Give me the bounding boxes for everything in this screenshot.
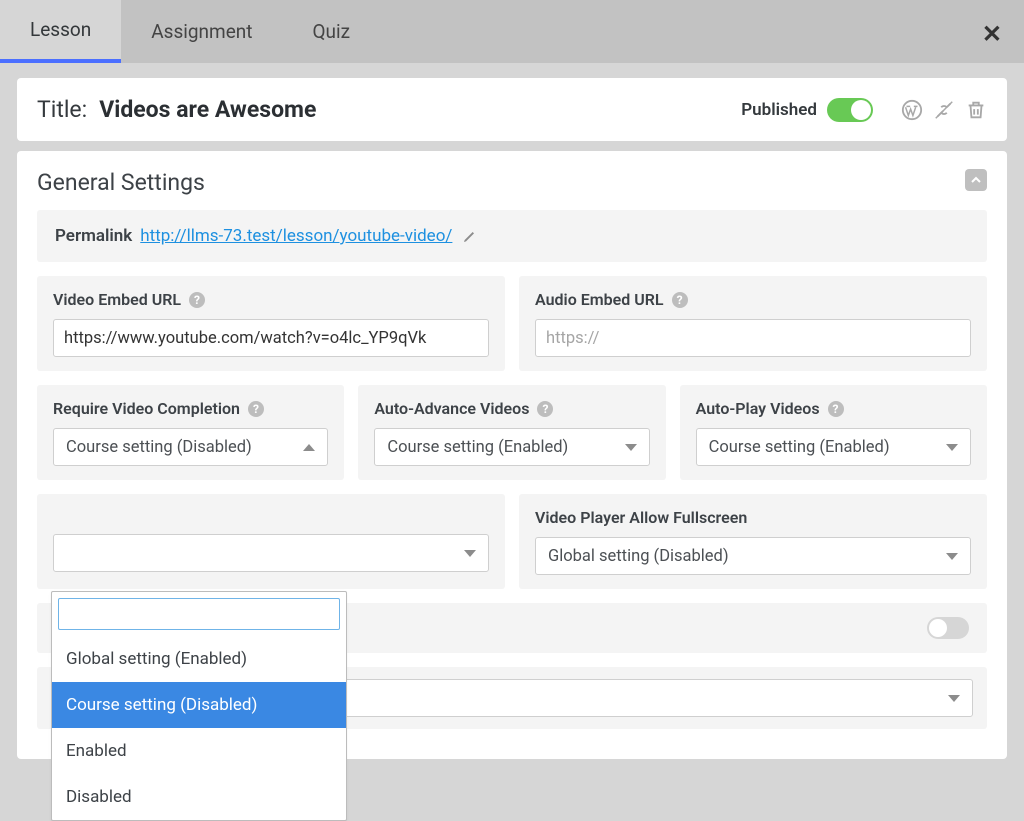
permalink-link[interactable]: http://llms-73.test/lesson/youtube-video… xyxy=(140,226,452,246)
auto-play-label: Auto-Play Videos xyxy=(696,399,820,418)
permalink-label: Permalink xyxy=(55,226,132,246)
title-label: Title: xyxy=(37,96,87,123)
auto-play-value: Course setting (Enabled) xyxy=(709,438,890,457)
edit-permalink-icon[interactable] xyxy=(462,228,478,244)
help-icon[interactable]: ? xyxy=(537,401,553,417)
close-icon[interactable]: ✕ xyxy=(982,20,1002,48)
video-embed-cell: Video Embed URL ? xyxy=(37,276,505,371)
require-completion-select[interactable]: Course setting (Disabled) xyxy=(53,428,328,466)
dropdown-option[interactable]: Enabled xyxy=(52,728,346,774)
title-value[interactable]: Videos are Awesome xyxy=(99,96,741,123)
require-completion-label: Require Video Completion xyxy=(53,399,240,418)
chevron-up-icon xyxy=(303,444,315,451)
auto-advance-value: Course setting (Enabled) xyxy=(387,438,568,457)
auto-play-select[interactable]: Course setting (Enabled) xyxy=(696,428,971,466)
video-embed-input[interactable] xyxy=(53,319,489,357)
general-settings-panel: General Settings Permalink http://llms-7… xyxy=(17,151,1007,759)
fullscreen-cell: Video Player Allow Fullscreen Global set… xyxy=(519,494,987,589)
audio-embed-label: Audio Embed URL xyxy=(535,290,664,309)
published-label: Published xyxy=(741,100,817,120)
require-completion-dropdown: Global setting (Enabled) Course setting … xyxy=(51,591,347,821)
auto-play-cell: Auto-Play Videos ? Course setting (Enabl… xyxy=(680,385,987,480)
trash-icon[interactable] xyxy=(965,99,987,121)
help-icon[interactable]: ? xyxy=(248,401,264,417)
chevron-down-icon xyxy=(948,695,960,702)
dropdown-option[interactable]: Disabled xyxy=(52,774,346,820)
setting-toggle[interactable] xyxy=(927,617,969,639)
fullscreen-value: Global setting (Disabled) xyxy=(548,547,729,566)
chevron-down-icon xyxy=(625,444,637,451)
obscured-select[interactable] xyxy=(53,534,489,572)
tab-assignment[interactable]: Assignment xyxy=(121,0,282,63)
dropdown-option[interactable]: Course setting (Disabled) xyxy=(52,682,346,728)
video-embed-label: Video Embed URL xyxy=(53,290,181,309)
tab-quiz[interactable]: Quiz xyxy=(282,0,380,63)
require-completion-cell: Require Video Completion ? Course settin… xyxy=(37,385,344,480)
auto-advance-label: Auto-Advance Videos xyxy=(374,399,529,418)
permalink-block: Permalink http://llms-73.test/lesson/you… xyxy=(37,210,987,262)
tab-lesson[interactable]: Lesson xyxy=(0,0,121,63)
detach-icon[interactable] xyxy=(933,99,955,121)
fullscreen-select[interactable]: Global setting (Disabled) xyxy=(535,537,971,575)
dropdown-search-input[interactable] xyxy=(58,598,340,630)
help-icon[interactable]: ? xyxy=(189,292,205,308)
chevron-up-icon xyxy=(970,174,982,186)
published-toggle[interactable] xyxy=(827,98,873,122)
wordpress-icon[interactable] xyxy=(901,99,923,121)
title-bar: Title: Videos are Awesome Published xyxy=(17,78,1007,141)
help-icon[interactable]: ? xyxy=(828,401,844,417)
audio-embed-cell: Audio Embed URL ? xyxy=(519,276,987,371)
obscured-cell xyxy=(37,494,505,589)
panel-heading: General Settings xyxy=(37,169,987,196)
chevron-down-icon xyxy=(464,550,476,557)
help-icon[interactable]: ? xyxy=(672,292,688,308)
chevron-down-icon xyxy=(946,553,958,560)
dropdown-option[interactable]: Global setting (Enabled) xyxy=(52,636,346,682)
require-completion-value: Course setting (Disabled) xyxy=(66,438,252,457)
tab-strip: Lesson Assignment Quiz ✕ xyxy=(0,0,1024,63)
fullscreen-label: Video Player Allow Fullscreen xyxy=(535,508,747,527)
auto-advance-select[interactable]: Course setting (Enabled) xyxy=(374,428,649,466)
audio-embed-input[interactable] xyxy=(535,319,971,357)
auto-advance-cell: Auto-Advance Videos ? Course setting (En… xyxy=(358,385,665,480)
chevron-down-icon xyxy=(946,444,958,451)
collapse-button[interactable] xyxy=(965,169,987,191)
